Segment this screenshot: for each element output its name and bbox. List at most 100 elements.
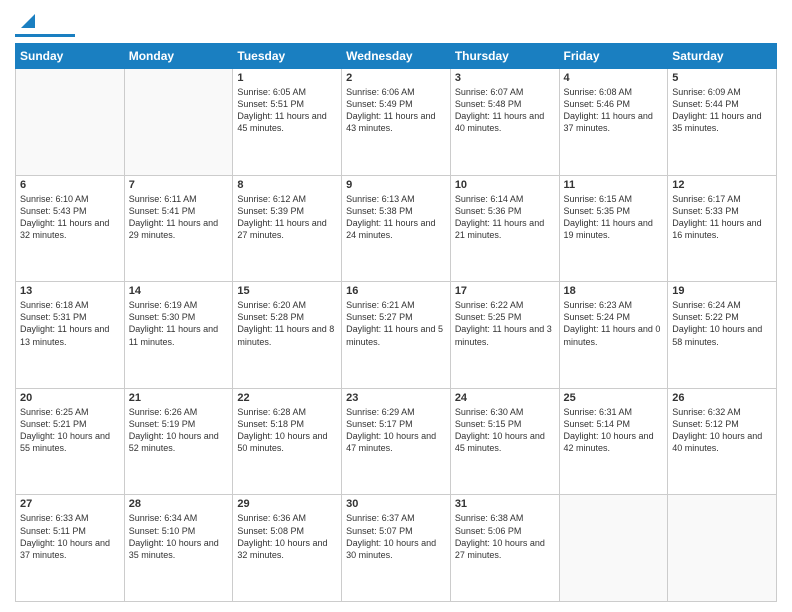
calendar-cell: 17Sunrise: 6:22 AMSunset: 5:25 PMDayligh… bbox=[450, 282, 559, 389]
cell-content: Sunset: 5:31 PM bbox=[20, 311, 120, 323]
cell-content: Sunset: 5:18 PM bbox=[237, 418, 337, 430]
day-number: 25 bbox=[564, 392, 664, 404]
day-number: 10 bbox=[455, 179, 555, 191]
calendar-cell: 28Sunrise: 6:34 AMSunset: 5:10 PMDayligh… bbox=[124, 495, 233, 602]
cell-content: Daylight: 11 hours and 45 minutes. bbox=[237, 110, 337, 134]
calendar-cell: 16Sunrise: 6:21 AMSunset: 5:27 PMDayligh… bbox=[342, 282, 451, 389]
calendar-cell: 25 Sunrise: 6:31 AMSunset: 5:14 PMDayligh… bbox=[559, 388, 668, 495]
cell-content: Sunrise: 6:34 AM bbox=[129, 512, 229, 524]
weekday-header-wednesday: Wednesday bbox=[342, 44, 451, 69]
day-number: 23 bbox=[346, 392, 446, 404]
day-number: 18 bbox=[564, 285, 664, 297]
day-number: 3 bbox=[455, 72, 555, 84]
calendar-cell bbox=[559, 495, 668, 602]
cell-content: Sunset: 5:14 PM bbox=[564, 418, 664, 430]
weekday-header-thursday: Thursday bbox=[450, 44, 559, 69]
cell-content: Daylight: 10 hours and 55 minutes. bbox=[20, 430, 120, 454]
day-number: 22 bbox=[237, 392, 337, 404]
cell-content: Sunset: 5:41 PM bbox=[129, 205, 229, 217]
calendar-cell: 21Sunrise: 6:26 AMSunset: 5:19 PMDayligh… bbox=[124, 388, 233, 495]
cell-content: Daylight: 11 hours and 21 minutes. bbox=[455, 217, 555, 241]
cell-content: Daylight: 11 hours and 32 minutes. bbox=[20, 217, 120, 241]
cell-content: Sunset: 5:19 PM bbox=[129, 418, 229, 430]
cell-content: Sunrise: 6:38 AM bbox=[455, 512, 555, 524]
cell-content: Sunset: 5:46 PM bbox=[564, 98, 664, 110]
cell-content: Sunset: 5:17 PM bbox=[346, 418, 446, 430]
cell-content: Daylight: 10 hours and 27 minutes. bbox=[455, 537, 555, 561]
day-number: 5 bbox=[672, 72, 772, 84]
day-number: 30 bbox=[346, 498, 446, 510]
cell-content: Daylight: 11 hours and 37 minutes. bbox=[564, 110, 664, 134]
cell-content: Sunset: 5:51 PM bbox=[237, 98, 337, 110]
cell-content: Sunrise: 6:22 AM bbox=[455, 299, 555, 311]
calendar-cell: 26Sunrise: 6:32 AMSunset: 5:12 PMDayligh… bbox=[668, 388, 777, 495]
calendar-week-5: 27Sunrise: 6:33 AMSunset: 5:11 PMDayligh… bbox=[16, 495, 777, 602]
cell-content: Sunrise: 6:31 AM bbox=[564, 406, 664, 418]
cell-content: Daylight: 10 hours and 52 minutes. bbox=[129, 430, 229, 454]
day-number: 14 bbox=[129, 285, 229, 297]
logo bbox=[15, 14, 75, 37]
calendar-cell: 20Sunrise: 6:25 AMSunset: 5:21 PMDayligh… bbox=[16, 388, 125, 495]
calendar-cell: 6Sunrise: 6:10 AMSunset: 5:43 PMDaylight… bbox=[16, 175, 125, 282]
day-number: 16 bbox=[346, 285, 446, 297]
calendar-cell: 5Sunrise: 6:09 AMSunset: 5:44 PMDaylight… bbox=[668, 69, 777, 176]
weekday-header-sunday: Sunday bbox=[16, 44, 125, 69]
header bbox=[15, 10, 777, 37]
cell-content: Sunrise: 6:33 AM bbox=[20, 512, 120, 524]
weekday-header-monday: Monday bbox=[124, 44, 233, 69]
cell-content: Sunrise: 6:23 AM bbox=[564, 299, 664, 311]
cell-content: Sunset: 5:30 PM bbox=[129, 311, 229, 323]
calendar-cell: 18Sunrise: 6:23 AMSunset: 5:24 PMDayligh… bbox=[559, 282, 668, 389]
cell-content: Daylight: 10 hours and 50 minutes. bbox=[237, 430, 337, 454]
cell-content: Sunrise: 6:15 AM bbox=[564, 193, 664, 205]
cell-content: Daylight: 11 hours and 5 minutes. bbox=[346, 323, 446, 347]
calendar-cell bbox=[16, 69, 125, 176]
cell-content: Daylight: 11 hours and 3 minutes. bbox=[455, 323, 555, 347]
calendar-cell: 3Sunrise: 6:07 AMSunset: 5:48 PMDaylight… bbox=[450, 69, 559, 176]
day-number: 11 bbox=[564, 179, 664, 191]
cell-content: Sunrise: 6:18 AM bbox=[20, 299, 120, 311]
calendar-cell bbox=[668, 495, 777, 602]
day-number: 13 bbox=[20, 285, 120, 297]
cell-content: Sunrise: 6:06 AM bbox=[346, 86, 446, 98]
day-number: 19 bbox=[672, 285, 772, 297]
calendar-cell: 12Sunrise: 6:17 AMSunset: 5:33 PMDayligh… bbox=[668, 175, 777, 282]
cell-content: Daylight: 10 hours and 47 minutes. bbox=[346, 430, 446, 454]
day-number: 7 bbox=[129, 179, 229, 191]
cell-content: Sunset: 5:12 PM bbox=[672, 418, 772, 430]
cell-content: Sunset: 5:25 PM bbox=[455, 311, 555, 323]
calendar-cell: 7Sunrise: 6:11 AMSunset: 5:41 PMDaylight… bbox=[124, 175, 233, 282]
cell-content: Sunset: 5:08 PM bbox=[237, 525, 337, 537]
day-number: 4 bbox=[564, 72, 664, 84]
cell-content: Daylight: 10 hours and 30 minutes. bbox=[346, 537, 446, 561]
cell-content: Daylight: 10 hours and 40 minutes. bbox=[672, 430, 772, 454]
calendar-week-1: 1Sunrise: 6:05 AMSunset: 5:51 PMDaylight… bbox=[16, 69, 777, 176]
cell-content: Sunrise: 6:05 AM bbox=[237, 86, 337, 98]
calendar-week-2: 6Sunrise: 6:10 AMSunset: 5:43 PMDaylight… bbox=[16, 175, 777, 282]
day-number: 24 bbox=[455, 392, 555, 404]
calendar-cell: 4Sunrise: 6:08 AMSunset: 5:46 PMDaylight… bbox=[559, 69, 668, 176]
calendar-cell: 15Sunrise: 6:20 AMSunset: 5:28 PMDayligh… bbox=[233, 282, 342, 389]
cell-content: Sunset: 5:22 PM bbox=[672, 311, 772, 323]
day-number: 9 bbox=[346, 179, 446, 191]
cell-content: Sunset: 5:06 PM bbox=[455, 525, 555, 537]
cell-content: Sunrise: 6:26 AM bbox=[129, 406, 229, 418]
calendar-cell: 8Sunrise: 6:12 AMSunset: 5:39 PMDaylight… bbox=[233, 175, 342, 282]
day-number: 8 bbox=[237, 179, 337, 191]
cell-content: Sunrise: 6:11 AM bbox=[129, 193, 229, 205]
cell-content: Sunrise: 6:14 AM bbox=[455, 193, 555, 205]
cell-content: Sunset: 5:43 PM bbox=[20, 205, 120, 217]
cell-content: Sunrise: 6:28 AM bbox=[237, 406, 337, 418]
weekday-header-friday: Friday bbox=[559, 44, 668, 69]
calendar-table: SundayMondayTuesdayWednesdayThursdayFrid… bbox=[15, 43, 777, 602]
cell-content: Daylight: 10 hours and 42 minutes. bbox=[564, 430, 664, 454]
cell-content: Sunset: 5:33 PM bbox=[672, 205, 772, 217]
cell-content: Sunrise: 6:13 AM bbox=[346, 193, 446, 205]
weekday-header-saturday: Saturday bbox=[668, 44, 777, 69]
cell-content: Sunrise: 6:07 AM bbox=[455, 86, 555, 98]
day-number: 12 bbox=[672, 179, 772, 191]
cell-content: Daylight: 11 hours and 13 minutes. bbox=[20, 323, 120, 347]
calendar-cell: 30Sunrise: 6:37 AMSunset: 5:07 PMDayligh… bbox=[342, 495, 451, 602]
cell-content: Daylight: 11 hours and 43 minutes. bbox=[346, 110, 446, 134]
cell-content: Sunrise: 6:36 AM bbox=[237, 512, 337, 524]
